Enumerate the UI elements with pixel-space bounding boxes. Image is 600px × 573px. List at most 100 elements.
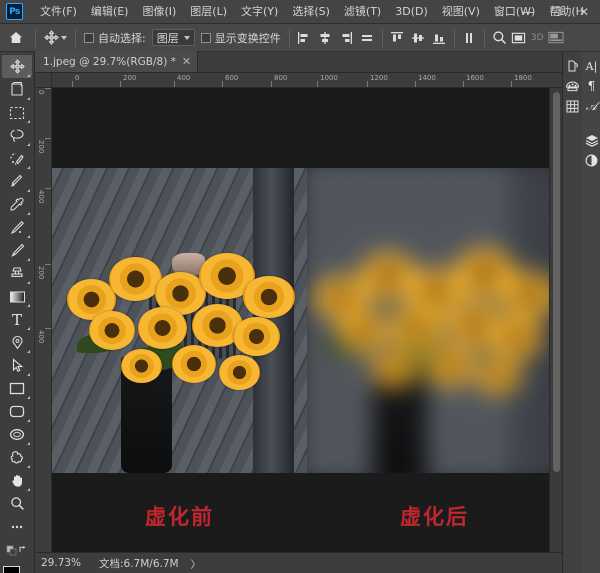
- menu-item-select[interactable]: 选择(S): [285, 0, 337, 24]
- color-swatches[interactable]: [2, 565, 32, 573]
- zoom-tool-icon: [10, 497, 24, 510]
- ruler-mark: [511, 81, 512, 87]
- menu-item-filter[interactable]: 滤镜(T): [337, 0, 388, 24]
- image-before-blur[interactable]: [52, 168, 307, 473]
- menu-item-layer[interactable]: 图层(L): [183, 0, 234, 24]
- distribute-v-icon[interactable]: [460, 28, 479, 47]
- document-tab[interactable]: 1.jpeg @ 29.7%(RGB/8) * ✕: [35, 51, 199, 72]
- layer-select-dropdown[interactable]: 图层: [151, 29, 195, 46]
- status-menu-arrow[interactable]: 〉: [191, 556, 201, 571]
- restore-button[interactable]: ❐: [542, 0, 570, 24]
- minimize-button[interactable]: —: [514, 0, 542, 24]
- image-after-blur[interactable]: [307, 168, 562, 473]
- tool-flyout-indicator: [27, 327, 30, 330]
- lasso-tool-icon: [10, 129, 24, 142]
- custom-shape-tool-icon: [10, 451, 23, 464]
- options-bar: 自动选择: 图层 显示变换控件 3D: [0, 24, 600, 52]
- hand-tool[interactable]: [2, 469, 32, 492]
- type-tool[interactable]: T: [2, 308, 32, 331]
- quick-selection-tool-icon: [10, 152, 24, 165]
- gradient-tool[interactable]: [2, 285, 32, 308]
- brush-tool[interactable]: [2, 239, 32, 262]
- pen-tool[interactable]: [2, 331, 32, 354]
- workspace-label[interactable]: 3D: [528, 28, 547, 47]
- eyedropper-tool[interactable]: [2, 193, 32, 216]
- crop-tool[interactable]: [2, 170, 32, 193]
- path-selection-tool[interactable]: [2, 354, 32, 377]
- adjustments-panel-icon[interactable]: [582, 150, 600, 170]
- lasso-tool[interactable]: [2, 124, 32, 147]
- zoom-level[interactable]: 29.73%: [41, 557, 87, 569]
- align-left-icon[interactable]: [295, 28, 314, 47]
- layers-panel-icon[interactable]: [582, 130, 600, 150]
- caption-after[interactable]: 虚化后: [307, 490, 562, 542]
- search-icon[interactable]: [490, 28, 509, 47]
- caption-before[interactable]: 虚化前: [52, 490, 307, 542]
- menu-item-file[interactable]: 文件(F): [33, 0, 84, 24]
- distribute-buttons-group: [388, 28, 449, 47]
- paragraph-panel-icon[interactable]: ¶: [582, 76, 600, 96]
- pen-tool-icon: [11, 335, 23, 350]
- options-divider-3: [288, 28, 290, 47]
- options-divider-4: [381, 28, 383, 47]
- canvas-vertical-scrollbar[interactable]: [549, 88, 562, 552]
- document-canvas[interactable]: 虚化前 虚化后: [52, 88, 562, 552]
- distribute-h-icon[interactable]: [358, 28, 377, 47]
- clone-stamp-tool-icon: [11, 267, 23, 277]
- foreground-color-swatch[interactable]: [3, 566, 20, 573]
- document-tab-title: 1.jpeg @ 29.7%(RGB/8) *: [43, 55, 176, 68]
- ruler-tick: 1400: [418, 74, 436, 82]
- home-icon[interactable]: [4, 27, 28, 49]
- vertical-ruler[interactable]: 0 200 400 200 400: [35, 88, 52, 552]
- menu-item-image[interactable]: 图像(I): [135, 0, 183, 24]
- swap-default-colors[interactable]: [2, 538, 32, 561]
- clone-stamp-tool[interactable]: [2, 262, 32, 285]
- rectangle-tool[interactable]: [2, 377, 32, 400]
- menu-item-edit[interactable]: 编辑(E): [84, 0, 136, 24]
- custom-shape-tool[interactable]: [2, 446, 32, 469]
- character-panel-icon[interactable]: A|: [582, 56, 600, 76]
- ruler-tick: 400: [177, 74, 191, 82]
- path-selection-tool-icon: [12, 358, 23, 372]
- auto-select-checkbox[interactable]: 自动选择:: [84, 30, 146, 46]
- zoom-tool[interactable]: [2, 492, 32, 515]
- color-swatches-icon[interactable]: [563, 76, 582, 96]
- move-tool[interactable]: [2, 55, 32, 78]
- glyphs-panel-icon[interactable]: 𝒜: [582, 96, 600, 116]
- quick-selection-tool[interactable]: [2, 147, 32, 170]
- artboard[interactable]: 虚化前 虚化后: [52, 88, 562, 552]
- more-tools[interactable]: [2, 515, 32, 538]
- align-bottom-icon[interactable]: [430, 28, 449, 47]
- horizontal-ruler[interactable]: 0 200 400 600 800 1000 1200 1400 1600 18…: [52, 73, 562, 88]
- history-icon[interactable]: [563, 56, 582, 76]
- workspace-switcher-icon[interactable]: [547, 28, 566, 47]
- align-middle-v-icon[interactable]: [409, 28, 428, 47]
- healing-brush-tool-icon: [10, 220, 24, 235]
- rounded-rectangle-tool[interactable]: [2, 400, 32, 423]
- show-transform-box[interactable]: [200, 32, 211, 43]
- align-right-icon[interactable]: [337, 28, 356, 47]
- menu-item-type[interactable]: 文字(Y): [234, 0, 285, 24]
- auto-select-box[interactable]: [84, 32, 94, 43]
- close-button[interactable]: ✕: [570, 0, 598, 24]
- align-top-icon[interactable]: [388, 28, 407, 47]
- artboard-tool[interactable]: [2, 78, 32, 101]
- properties-grid-icon[interactable]: [563, 96, 582, 116]
- menu-item-view[interactable]: 视图(V): [435, 0, 487, 24]
- healing-brush-tool[interactable]: [2, 216, 32, 239]
- ruler-mark: [72, 81, 73, 87]
- show-transform-checkbox[interactable]: 显示变换控件: [200, 30, 281, 46]
- scrollbar-thumb[interactable]: [553, 92, 560, 472]
- align-center-h-icon[interactable]: [316, 28, 335, 47]
- artboard-tool-icon: [11, 82, 23, 96]
- current-tool-button[interactable]: [41, 30, 70, 45]
- arrange-documents-icon[interactable]: [509, 28, 528, 47]
- menu-item-3d[interactable]: 3D(D): [388, 0, 435, 24]
- marquee-tool[interactable]: [2, 101, 32, 124]
- brush-tool-icon: [11, 243, 25, 257]
- ruler-tick: 200: [37, 266, 45, 280]
- ellipse-tool[interactable]: [2, 423, 32, 446]
- photoshop-window: Ps 文件(F) 编辑(E) 图像(I) 图层(L) 文字(Y) 选择(S) 滤…: [0, 0, 600, 573]
- close-icon[interactable]: ✕: [182, 56, 191, 67]
- ruler-corner[interactable]: [35, 73, 52, 88]
